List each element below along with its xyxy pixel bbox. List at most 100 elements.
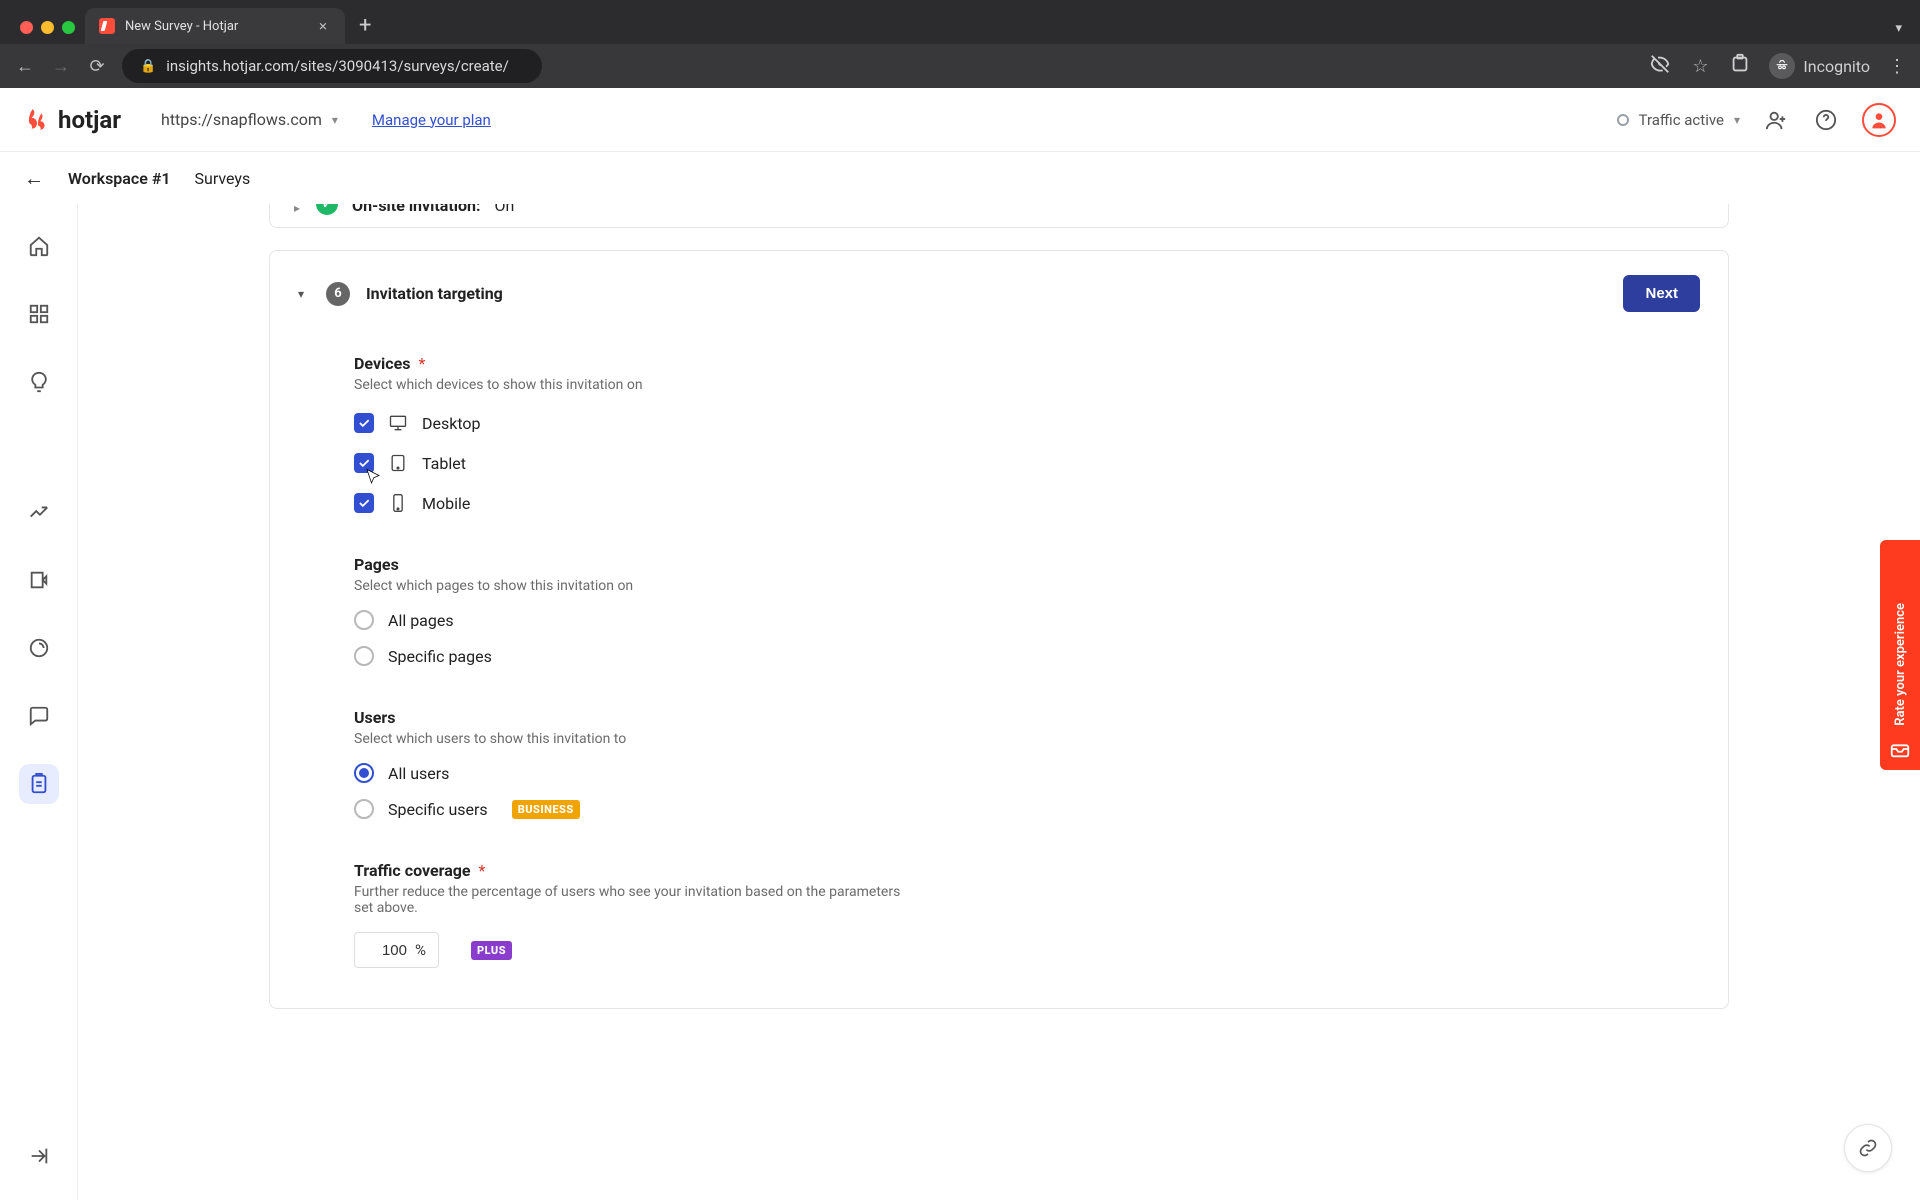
site-url: https://snapflows.com	[161, 110, 322, 129]
new-tab-button[interactable]: +	[345, 13, 385, 44]
browser-tab[interactable]: New Survey - Hotjar ×	[85, 8, 345, 44]
percent-unit: %	[415, 941, 426, 959]
breadcrumb-section[interactable]: Surveys	[195, 169, 251, 188]
pages-option-label: All pages	[388, 611, 454, 630]
next-button[interactable]: Next	[1623, 275, 1700, 312]
chevron-down-icon[interactable]: ▾	[298, 287, 310, 301]
devices-help: Select which devices to show this invita…	[354, 377, 914, 393]
lock-icon: 🔒	[140, 59, 156, 74]
invitation-targeting-card: ▾ 6 Invitation targeting Next Devices * …	[269, 250, 1729, 1009]
checkbox-checked-icon[interactable]	[354, 493, 374, 513]
tablet-icon	[388, 453, 408, 473]
nav-forward-icon[interactable]: →	[50, 56, 72, 77]
pages-label: Pages	[354, 555, 914, 574]
nav-back-icon[interactable]: ←	[14, 56, 36, 77]
chevron-right-icon: ▸	[294, 204, 300, 215]
pages-section: Pages Select which pages to show this in…	[354, 555, 914, 666]
traffic-dot-icon	[1617, 114, 1629, 126]
user-avatar[interactable]	[1862, 103, 1896, 137]
nav-reload-icon[interactable]: ⟳	[86, 56, 108, 77]
app-header: hotjar https://snapflows.com ▾ Manage yo…	[0, 88, 1920, 152]
desktop-icon	[388, 413, 408, 433]
business-badge: BUSINESS	[512, 800, 580, 819]
traffic-label: Traffic coverage	[354, 861, 471, 880]
hotjar-flame-icon	[24, 107, 50, 133]
radio-unchecked-icon[interactable]	[354, 799, 374, 819]
sidebar-dashboard-icon[interactable]	[19, 294, 59, 334]
incognito-indicator[interactable]: Incognito	[1769, 53, 1870, 79]
eye-off-icon[interactable]	[1649, 53, 1671, 80]
address-bar: ← → ⟳ 🔒 insights.hotjar.com/sites/309041…	[0, 44, 1920, 88]
peek-title: On-site invitation:	[352, 204, 480, 215]
tab-strip: New Survey - Hotjar × + ▾	[0, 0, 1920, 44]
required-star: *	[418, 354, 425, 373]
users-option-label: Specific users	[388, 800, 488, 819]
window-close-button[interactable]	[20, 21, 33, 34]
hotjar-logo[interactable]: hotjar	[24, 106, 121, 134]
sidebar-home-icon[interactable]	[19, 226, 59, 266]
tabs-menu-icon[interactable]: ▾	[1895, 21, 1920, 44]
step-number-badge: 6	[326, 282, 350, 306]
help-icon[interactable]	[1812, 106, 1840, 134]
sidebar-surveys-icon[interactable]	[19, 764, 59, 804]
device-option-desktop[interactable]: Desktop	[354, 413, 914, 433]
sidebar-feedback-icon[interactable]	[19, 696, 59, 736]
url-field[interactable]: 🔒 insights.hotjar.com/sites/3090413/surv…	[122, 49, 542, 83]
pages-option-all[interactable]: All pages	[354, 610, 914, 630]
extensions-icon[interactable]	[1729, 53, 1751, 80]
sidebar-collapse-icon[interactable]	[19, 1136, 59, 1176]
sidebar-recordings-icon[interactable]	[19, 560, 59, 600]
device-label: Desktop	[422, 414, 481, 433]
sidebar-highlights-icon[interactable]	[19, 362, 59, 402]
required-star: *	[479, 861, 486, 880]
radio-unchecked-icon[interactable]	[354, 610, 374, 630]
sidebar-trends-icon[interactable]	[19, 492, 59, 532]
close-tab-icon[interactable]: ×	[319, 17, 327, 35]
radio-unchecked-icon[interactable]	[354, 646, 374, 666]
site-selector[interactable]: https://snapflows.com ▾	[161, 110, 338, 129]
users-option-all[interactable]: All users	[354, 763, 914, 783]
chevron-down-icon: ▾	[1734, 113, 1740, 127]
sidebar-heatmaps-icon[interactable]	[19, 628, 59, 668]
mobile-icon	[388, 493, 408, 513]
card-title: Invitation targeting	[366, 284, 503, 303]
copy-link-fab[interactable]	[1844, 1124, 1892, 1172]
device-option-tablet[interactable]: Tablet	[354, 453, 914, 473]
devices-section: Devices * Select which devices to show t…	[354, 354, 914, 513]
traffic-help: Further reduce the percentage of users w…	[354, 884, 914, 916]
pages-help: Select which pages to show this invitati…	[354, 578, 914, 594]
left-sidebar	[0, 204, 78, 1200]
checkbox-checked-icon[interactable]	[354, 413, 374, 433]
radio-checked-icon[interactable]	[354, 763, 374, 783]
plus-badge: PLUS	[471, 941, 512, 960]
traffic-percentage-input[interactable]: %	[354, 932, 439, 968]
pages-option-label: Specific pages	[388, 647, 492, 666]
inbox-icon	[1889, 738, 1911, 760]
pages-option-specific[interactable]: Specific pages	[354, 646, 914, 666]
main-content: ▸ ✓ On-site invitation: On ▾ 6 Invitatio…	[78, 204, 1920, 1200]
traffic-status-label: Traffic active	[1639, 111, 1724, 129]
browser-menu-icon[interactable]: ⋮	[1888, 56, 1906, 77]
back-arrow-icon[interactable]: ←	[24, 166, 44, 191]
traffic-status-dropdown[interactable]: Traffic active ▾	[1617, 111, 1740, 129]
breadcrumb-workspace[interactable]: Workspace #1	[68, 169, 171, 188]
checkbox-checked-icon[interactable]	[354, 453, 374, 473]
bookmark-star-icon[interactable]: ☆	[1689, 56, 1711, 77]
device-label: Mobile	[422, 494, 470, 513]
hotjar-favicon-icon	[99, 18, 115, 34]
chevron-down-icon: ▾	[332, 113, 338, 127]
window-minimize-button[interactable]	[41, 21, 54, 34]
check-icon: ✓	[316, 204, 338, 215]
device-option-mobile[interactable]: Mobile	[354, 493, 914, 513]
rate-experience-widget[interactable]: Rate your experience	[1880, 540, 1920, 770]
manage-plan-link[interactable]: Manage your plan	[372, 111, 491, 129]
traffic-value-field[interactable]	[367, 942, 407, 959]
step-onsite-invitation-card[interactable]: ▸ ✓ On-site invitation: On	[269, 204, 1729, 228]
invite-user-icon[interactable]	[1762, 106, 1790, 134]
traffic-coverage-section: Traffic coverage * Further reduce the pe…	[354, 861, 914, 968]
window-controls	[10, 21, 85, 44]
incognito-icon	[1769, 53, 1795, 79]
window-maximize-button[interactable]	[62, 21, 75, 34]
users-option-specific[interactable]: Specific users BUSINESS	[354, 799, 914, 819]
users-label: Users	[354, 708, 914, 727]
